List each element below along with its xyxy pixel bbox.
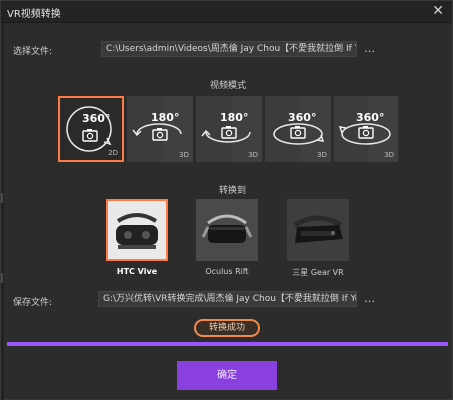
mode-tag: 3D — [179, 151, 189, 159]
mode-tag: 3D — [248, 151, 258, 159]
progress-bar — [7, 342, 448, 346]
output-path-field[interactable]: G:\万兴优转\VR转换完成\周杰倫 Jay Chou【不愛我就拉倒 If Yo… — [98, 291, 357, 307]
mode-degrees: 180° — [151, 111, 180, 124]
source-path-field[interactable]: C:\Users\admin\Videos\周杰倫 Jay Chou【不愛我就拉… — [101, 41, 357, 57]
mode-tile-360-3d-a[interactable]: 360° 3D — [265, 96, 331, 162]
mode-degrees: 360° — [82, 112, 111, 125]
edge-mark — [1, 273, 3, 283]
mode-degrees: 360° — [288, 111, 317, 124]
mode-tag: 3D — [384, 151, 394, 159]
mode-degrees: 180° — [220, 111, 249, 124]
mode-tag: 3D — [317, 151, 327, 159]
mode-degrees: 360° — [356, 111, 385, 124]
convert-to-title: 转换到 — [219, 186, 247, 196]
vr-convert-dialog: VR视频转换 ✕ 选择文件: C:\Users\admin\Videos\周杰倫… — [0, 0, 453, 400]
mode-tag: 2D — [108, 149, 118, 157]
window-title: VR视频转换 — [7, 9, 61, 20]
progress-fill — [7, 342, 448, 346]
output-file-label: 保存文件: — [13, 298, 53, 308]
conversion-success-badge[interactable]: 转换成功 — [194, 319, 260, 337]
edge-mark — [1, 193, 3, 203]
confirm-button[interactable]: 确定 — [177, 361, 277, 390]
mode-tile-180-3d-b[interactable]: 180° 3D — [196, 96, 262, 162]
success-label: 转换成功 — [208, 323, 245, 333]
mode-tile-360-3d-b[interactable]: 360° 3D — [334, 96, 398, 162]
device-label-oculus-rift: Oculus Rift — [205, 267, 249, 276]
source-browse-button[interactable]: … — [364, 42, 376, 55]
left-edge — [1, 23, 4, 400]
device-tile-gear-vr[interactable] — [287, 199, 349, 261]
vr-headset-icon — [196, 199, 258, 261]
mode-tile-360-2d[interactable]: 360° 2D — [58, 96, 124, 162]
output-path-text: G:\万兴优转\VR转换完成\周杰倫 Jay Chou【不愛我就拉倒 If Yo… — [103, 294, 357, 304]
device-label-gear-vr: 三星 Gear VR — [292, 268, 344, 277]
source-file-label: 选择文件: — [13, 47, 53, 57]
device-label-htc-vive: HTC Vive — [116, 267, 158, 276]
title-bar: VR视频转换 ✕ — [1, 1, 452, 23]
vr-headset-icon — [108, 201, 166, 259]
device-tile-oculus-rift[interactable] — [196, 199, 258, 261]
close-icon[interactable]: ✕ — [432, 3, 444, 19]
video-mode-title: 视频模式 — [210, 81, 247, 91]
output-browse-button[interactable]: … — [364, 292, 376, 305]
source-path-text: C:\Users\admin\Videos\周杰倫 Jay Chou【不愛我就拉… — [106, 44, 357, 54]
device-tile-htc-vive[interactable] — [106, 199, 168, 261]
vr-headset-icon — [287, 199, 349, 261]
mode-tile-180-3d-a[interactable]: 180° 3D — [127, 96, 193, 162]
